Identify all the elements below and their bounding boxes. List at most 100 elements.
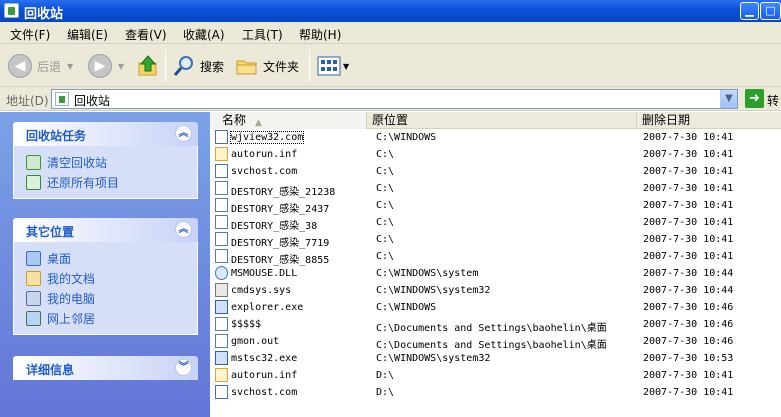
up-folder-button[interactable] <box>136 52 160 80</box>
menu-file[interactable]: 文件(F) <box>10 26 50 43</box>
panel-header[interactable]: 其它位置 ︽ <box>13 218 198 242</box>
desktop-link[interactable]: 桌面 <box>26 248 197 268</box>
exe-icon <box>215 300 228 314</box>
original-location: C:\ <box>376 234 395 245</box>
toolbar: ◀ 后退 ▼ ▶ ▼ 搜索 文件夹 ▼ <box>0 44 781 87</box>
back-button[interactable]: ◀ 后退 ▼ <box>8 52 73 80</box>
search-icon <box>173 56 193 76</box>
go-arrow-icon[interactable]: ➜ <box>745 89 764 108</box>
column-header-location[interactable]: 原位置 <box>367 112 637 129</box>
menu-help[interactable]: 帮助(H) <box>299 26 341 43</box>
file-icon <box>215 181 228 195</box>
my-documents-link[interactable]: 我的文档 <box>26 268 197 288</box>
restore-all-link[interactable]: 还原所有项目 <box>26 172 197 192</box>
file-row[interactable]: $$$$$ C:\Documents and Settings\baohelin\… <box>210 316 781 334</box>
menu-tools[interactable]: 工具(T) <box>242 26 283 43</box>
file-name: autorun.inf <box>231 370 298 381</box>
delete-date: 2007-7-30 10:41 <box>643 217 734 228</box>
chevron-down-icon[interactable]: ▼ <box>720 90 737 108</box>
empty-recycle-bin-link[interactable]: 清空回收站 <box>26 152 197 172</box>
forward-dropdown-icon[interactable]: ▼ <box>118 62 124 71</box>
file-row[interactable]: cmdsys.sys C:\WINDOWS\system32 2007-7-30 1… <box>210 282 781 299</box>
chevron-down-icon[interactable]: ︾ <box>175 359 192 376</box>
back-dropdown-icon[interactable]: ▼ <box>67 62 73 71</box>
panel-header[interactable]: 回收站任务 ︽ <box>13 122 198 146</box>
recycle-bin-tasks-panel: 回收站任务 ︽ 清空回收站 还原所有项目 <box>13 122 198 199</box>
file-rows: wjview32.com C:\WINDOWS 2007-7-30 10:41 aut… <box>210 129 781 401</box>
file-icon <box>215 215 228 229</box>
original-location: C:\WINDOWS <box>376 302 437 313</box>
delete-date: 2007-7-30 10:44 <box>643 268 734 279</box>
menu-bar: 文件(F) 编辑(E) 查看(V) 收藏(A) 工具(T) 帮助(H) <box>0 22 781 61</box>
original-location: D:\ <box>376 387 395 398</box>
delete-date: 2007-7-30 10:46 <box>643 319 734 330</box>
views-dropdown-icon: ▼ <box>343 61 350 71</box>
folder-icon <box>236 60 257 75</box>
file-row[interactable]: DESTORY_感染_21238 C:\ 2007-7-30 10:41 <box>210 180 781 198</box>
window-title: 回收站 <box>24 7 64 22</box>
other-places-panel: 其它位置 ︽ 桌面 我的文档 我的电脑 网上邻居 <box>13 218 198 335</box>
forward-button[interactable]: ▶ ▼ <box>88 52 124 80</box>
delete-date: 2007-7-30 10:41 <box>643 132 734 143</box>
file-row[interactable]: autorun.inf D:\ 2007-7-30 10:41 <box>210 367 781 384</box>
address-input[interactable]: 回收站 ▼ <box>51 89 738 109</box>
original-location: D:\ <box>376 370 395 381</box>
details-panel: 详细信息 ︾ <box>13 356 198 380</box>
panel-body: 桌面 我的文档 我的电脑 网上邻居 <box>13 242 198 335</box>
menu-view[interactable]: 查看(V) <box>125 26 167 43</box>
file-name: explorer.exe <box>231 302 304 313</box>
maximize-button[interactable]: □ <box>760 2 781 20</box>
address-value: 回收站 <box>74 94 111 108</box>
toolbar-separator <box>165 50 166 82</box>
panel-header[interactable]: 详细信息 ︾ <box>13 356 198 380</box>
views-button[interactable]: ▼ <box>317 52 349 80</box>
original-location: C:\ <box>376 166 395 177</box>
file-row[interactable]: DESTORY_感染_2437 C:\ 2007-7-30 10:41 <box>210 197 781 215</box>
my-computer-icon <box>26 290 41 306</box>
file-row[interactable]: svchost.com D:\ 2007-7-30 10:41 <box>210 384 781 401</box>
file-row[interactable]: DESTORY_感染_8855 C:\ 2007-7-30 10:41 <box>210 248 781 266</box>
panel-title: 回收站任务 <box>26 129 87 143</box>
file-name: wjview32.com <box>229 131 305 144</box>
my-computer-link[interactable]: 我的电脑 <box>26 288 197 308</box>
search-label: 搜索 <box>200 59 225 74</box>
file-name: DESTORY_感染_7719 <box>231 238 330 249</box>
search-button[interactable]: 搜索 <box>172 52 224 80</box>
chevron-up-icon[interactable]: ︽ <box>175 221 192 238</box>
original-location: C:\WINDOWS\system <box>376 268 479 279</box>
file-name: $$$$$ <box>231 319 262 330</box>
file-row[interactable]: svchost.com C:\ 2007-7-30 10:41 <box>210 163 781 180</box>
menu-favorites[interactable]: 收藏(A) <box>183 26 225 43</box>
original-location: C:\WINDOWS\system32 <box>376 353 491 364</box>
file-name: gmon.out <box>231 336 280 347</box>
setup-info-icon <box>215 368 228 382</box>
original-location: C:\ <box>376 251 395 262</box>
folders-button[interactable]: 文件夹 <box>235 52 299 80</box>
network-icon <box>26 310 41 326</box>
file-row[interactable]: autorun.inf C:\ 2007-7-30 10:41 <box>210 146 781 163</box>
column-header-name[interactable]: 名称 ▲ <box>210 112 367 129</box>
minimize-button[interactable]: ▁ <box>740 2 759 20</box>
delete-date: 2007-7-30 10:41 <box>643 387 734 398</box>
file-row[interactable]: explorer.exe C:\WINDOWS 2007-7-30 10:46 <box>210 299 781 316</box>
menu-edit[interactable]: 编辑(E) <box>67 26 108 43</box>
file-row[interactable]: DESTORY_感染_7719 C:\ 2007-7-30 10:41 <box>210 231 781 249</box>
file-row[interactable]: wjview32.com C:\WINDOWS 2007-7-30 10:41 <box>210 129 781 146</box>
file-icon <box>215 334 228 348</box>
network-places-link[interactable]: 网上邻居 <box>26 308 197 328</box>
file-row[interactable]: gmon.out C:\Documents and Settings\baohel… <box>210 333 781 351</box>
column-header-bar: 名称 ▲ 原位置 删除日期 <box>210 112 781 129</box>
file-list: 名称 ▲ 原位置 删除日期 wjview32.com C:\WINDOWS 2007… <box>210 112 781 417</box>
delete-date: 2007-7-30 10:41 <box>643 234 734 245</box>
file-row[interactable]: mstsc32.exe C:\WINDOWS\system32 2007-7-30 … <box>210 350 781 367</box>
file-row[interactable]: MSMOUSE.DLL C:\WINDOWS\system 2007-7-30 10… <box>210 265 781 282</box>
chevron-up-icon[interactable]: ︽ <box>175 125 192 142</box>
original-location: C:\Documents and Settings\baohelin\桌面 <box>376 340 607 351</box>
file-name: cmdsys.sys <box>231 285 292 296</box>
restore-arrow-icon <box>26 174 41 190</box>
delete-date: 2007-7-30 10:41 <box>643 166 734 177</box>
file-name: svchost.com <box>231 387 298 398</box>
file-row[interactable]: DESTORY_感染_38 C:\ 2007-7-30 10:41 <box>210 214 781 232</box>
column-header-date[interactable]: 删除日期 <box>637 112 781 129</box>
delete-date: 2007-7-30 10:41 <box>643 149 734 160</box>
